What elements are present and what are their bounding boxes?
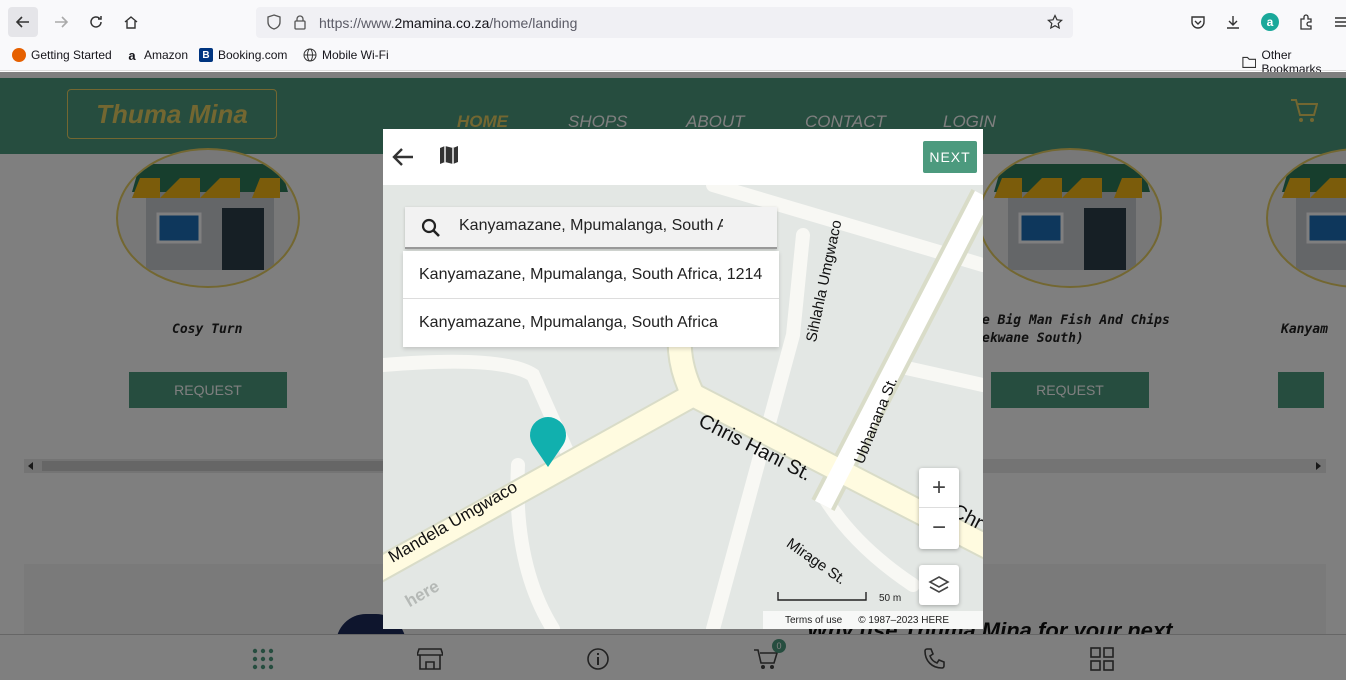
- pocket-button[interactable]: [1183, 7, 1213, 37]
- home-icon: [124, 16, 138, 29]
- here-logo: here: [402, 577, 443, 611]
- download-icon: [1227, 16, 1239, 29]
- map-view[interactable]: here Chris Hani St. Mandela Umgwaco Sihl…: [383, 185, 983, 629]
- url-prefix: https://www.: [319, 15, 395, 31]
- layers-button[interactable]: [919, 565, 959, 605]
- map-icon[interactable]: [439, 145, 459, 165]
- search-icon: [421, 218, 440, 237]
- url-domain: 2mamina.co.za: [394, 15, 490, 31]
- bookmark-amazon[interactable]: a Amazon: [125, 47, 189, 63]
- amazon-assistant-icon: a: [1261, 13, 1279, 31]
- bookmark-booking[interactable]: B Booking.com: [199, 48, 287, 62]
- reload-button[interactable]: [81, 7, 111, 37]
- suggestion-item[interactable]: Kanyamazane, Mpumalanga, South Africa: [403, 299, 779, 347]
- back-arrow-icon[interactable]: [391, 145, 415, 169]
- hamburger-icon: [1335, 17, 1346, 27]
- pocket-icon: [1191, 16, 1205, 29]
- bookmarks-bar: Getting Started a Amazon B Booking.com M…: [0, 44, 1346, 76]
- zoom-out-button[interactable]: −: [919, 508, 959, 548]
- location-search[interactable]: [405, 207, 777, 249]
- scale-label: 50 m: [879, 593, 902, 604]
- forward-button[interactable]: [46, 7, 76, 37]
- terms-link[interactable]: Terms of use: [785, 615, 842, 626]
- zoom-in-button[interactable]: +: [919, 468, 959, 508]
- downloads-button[interactable]: [1218, 7, 1248, 37]
- url-path: /home/landing: [489, 15, 578, 31]
- map-attribution: Terms of use © 1987–2023 HERE: [763, 611, 983, 629]
- menu-button[interactable]: [1326, 7, 1346, 37]
- extensions-button[interactable]: [1291, 7, 1321, 37]
- arrow-right-icon: [55, 16, 69, 28]
- shield-icon: [267, 14, 281, 30]
- folder-icon: [1242, 56, 1257, 68]
- bookmark-getting-started[interactable]: Getting Started: [12, 48, 112, 62]
- suggestion-list: Kanyamazane, Mpumalanga, South Africa, 1…: [403, 251, 779, 347]
- amazon-icon: a: [128, 47, 136, 63]
- back-button[interactable]: [8, 7, 38, 37]
- copyright-text: © 1987–2023 HERE: [858, 614, 950, 626]
- bookmark-label: Getting Started: [31, 48, 112, 62]
- scale-bar: [777, 592, 867, 601]
- url-bar[interactable]: https://www.2mamina.co.za/home/landing: [256, 7, 1073, 38]
- layers-icon: [928, 576, 950, 593]
- modal-header: NEXT: [383, 129, 983, 185]
- bookmark-mobile-wifi[interactable]: Mobile Wi-Fi: [303, 48, 389, 62]
- bookmark-label: Amazon: [144, 48, 189, 62]
- arrow-left-icon: [15, 16, 29, 28]
- zoom-control: + −: [919, 468, 959, 549]
- lock-icon: [294, 15, 306, 30]
- suggestion-item[interactable]: Kanyamazane, Mpumalanga, South Africa, 1…: [403, 251, 779, 299]
- search-input[interactable]: [459, 217, 723, 235]
- amazon-assistant-button[interactable]: a: [1255, 7, 1285, 37]
- bookmark-label: Booking.com: [218, 48, 288, 62]
- globe-icon: [303, 48, 317, 62]
- puzzle-icon: [1300, 14, 1312, 30]
- url-text: https://www.2mamina.co.za/home/landing: [319, 15, 577, 31]
- browser-toolbar: https://www.2mamina.co.za/home/landing a: [0, 0, 1346, 44]
- next-button[interactable]: NEXT: [923, 141, 977, 173]
- location-modal: NEXT here Chris Hani St. Mandela Umgwaco…: [383, 129, 983, 629]
- star-icon[interactable]: [1047, 14, 1063, 30]
- home-button[interactable]: [116, 7, 146, 37]
- firefox-icon: [12, 48, 26, 62]
- booking-icon: B: [199, 48, 213, 62]
- bookmark-label: Mobile Wi-Fi: [322, 48, 389, 62]
- reload-icon: [90, 16, 102, 28]
